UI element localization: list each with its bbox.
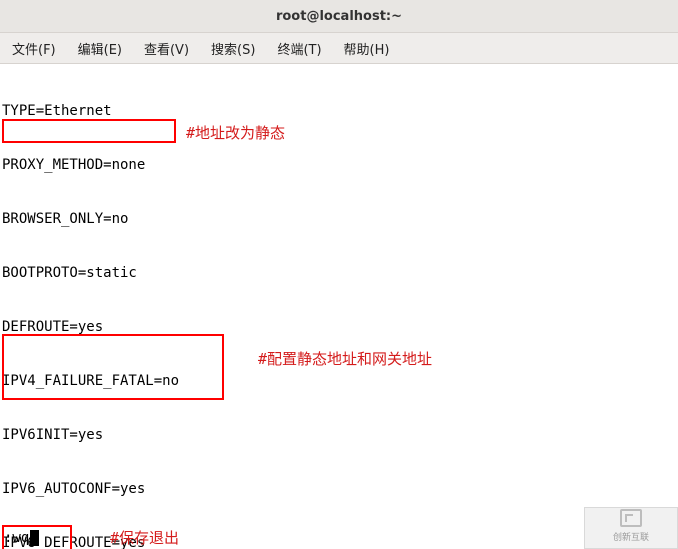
menu-view[interactable]: 查看(V): [138, 37, 195, 60]
menu-file[interactable]: 文件(F): [6, 37, 62, 60]
highlight-box-bootproto: [2, 119, 176, 143]
cursor-icon: [30, 530, 39, 546]
config-line: IPV4_FAILURE_FATAL=no: [2, 372, 676, 390]
vim-command-text: :wq: [4, 529, 29, 547]
watermark-icon: [620, 509, 642, 527]
config-line: TYPE=Ethernet: [2, 102, 676, 120]
menu-terminal[interactable]: 终端(T): [271, 37, 327, 60]
editor-area[interactable]: TYPE=Ethernet PROXY_METHOD=none BROWSER_…: [0, 64, 678, 549]
config-line: DEFROUTE=yes: [2, 318, 676, 336]
vim-command-line[interactable]: :wq: [4, 529, 39, 547]
config-line: PROXY_METHOD=none: [2, 156, 676, 174]
annotation-ipgateway: #配置静态地址和网关地址: [258, 350, 432, 368]
window-titlebar: root@localhost:~: [0, 0, 678, 33]
config-line: BROWSER_ONLY=no: [2, 210, 676, 228]
highlight-box-ipconfig: [2, 334, 224, 400]
menu-search[interactable]: 搜索(S): [205, 37, 261, 60]
menu-bar: 文件(F) 编辑(E) 查看(V) 搜索(S) 终端(T) 帮助(H): [0, 33, 678, 64]
config-line: IPV6_DEFROUTE=yes: [2, 534, 676, 549]
menu-edit[interactable]: 编辑(E): [72, 37, 128, 60]
config-line: BOOTPROTO=static: [2, 264, 676, 282]
menu-help[interactable]: 帮助(H): [338, 37, 396, 60]
config-line: IPV6INIT=yes: [2, 426, 676, 444]
annotation-static: #地址改为静态: [186, 124, 285, 142]
window-title: root@localhost:~: [276, 9, 402, 24]
config-line: IPV6_AUTOCONF=yes: [2, 480, 676, 498]
